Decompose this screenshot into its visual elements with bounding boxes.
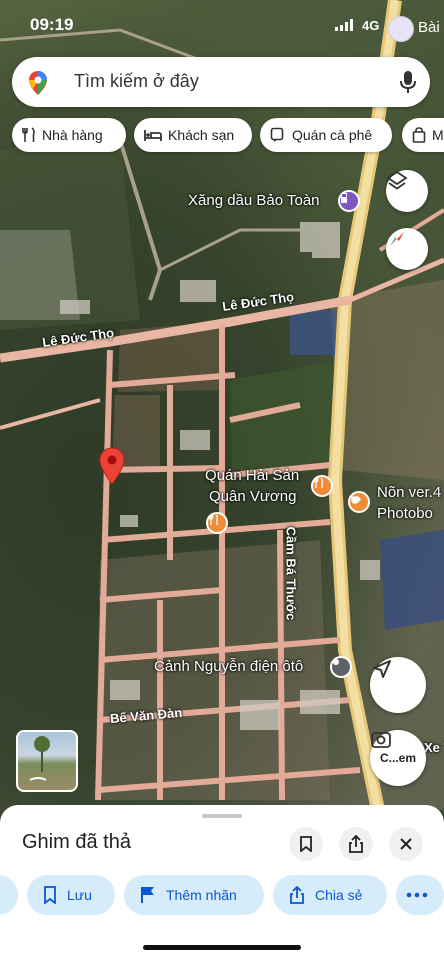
my-location-button[interactable] — [370, 657, 426, 713]
place-label-gas-station[interactable]: Xăng dầu Bảo Toàn — [188, 192, 320, 209]
place-label-cafe-1[interactable]: Nõn ver.4 — [377, 484, 441, 501]
bookmark-icon — [44, 886, 56, 904]
save-icon-button[interactable] — [289, 827, 323, 861]
home-indicator[interactable] — [143, 945, 301, 950]
road-label-cam-ba-thuoc: Cầm Bá Thước — [283, 526, 299, 621]
chip-hotels[interactable]: Khách sạn — [134, 118, 252, 152]
compass-icon — [390, 232, 404, 246]
action-save[interactable]: Lưu — [27, 875, 115, 915]
action-label: Thêm nhãn — [166, 887, 237, 903]
navigation-arrow-icon — [373, 660, 391, 678]
coffee-cup-icon — [270, 127, 284, 142]
place-label-cafe-2[interactable]: Photobo — [377, 505, 433, 522]
share-icon — [290, 886, 304, 904]
fork-knife-icon — [22, 127, 35, 142]
share-icon-button[interactable] — [339, 827, 373, 861]
network-type: 4G — [362, 18, 380, 33]
chip-label: Nhà hàng — [42, 127, 103, 143]
lens-label: C...em — [379, 751, 416, 765]
place-label-seafood-1[interactable]: Quán Hải Sản — [205, 467, 299, 484]
place-sheet[interactable]: Ghim đã thả Lưu Thêm nhãn Chia sẻ — [0, 805, 444, 960]
coffee-icon[interactable] — [348, 491, 370, 513]
layers-button[interactable] — [386, 170, 428, 212]
action-label: Chia sẻ — [315, 887, 363, 903]
dropped-pin-icon[interactable] — [98, 447, 126, 485]
action-more[interactable] — [396, 875, 444, 915]
status-bar: 09:19 4G Bài — [0, 10, 444, 42]
status-time: 09:19 — [30, 15, 74, 34]
search-input[interactable]: Tìm kiếm ở đây — [74, 71, 199, 92]
action-add-label[interactable]: Thêm nhãn — [124, 875, 264, 915]
chip-restaurants[interactable]: Nhà hàng — [12, 118, 126, 152]
maps-logo-icon — [29, 71, 47, 95]
flag-icon — [141, 887, 154, 903]
chip-label: Quán cà phê — [292, 127, 373, 143]
lens-button[interactable]: C...em — [370, 730, 426, 786]
restaurant-icon[interactable] — [206, 512, 228, 534]
action-share[interactable]: Chia sẻ — [273, 875, 387, 915]
action-label: Lưu — [67, 887, 92, 903]
street-view-thumbnail[interactable] — [16, 730, 78, 792]
compass-button[interactable] — [386, 228, 428, 270]
share-icon — [349, 835, 363, 853]
close-icon — [400, 838, 412, 850]
chip-cafes[interactable]: Quán cà phê — [260, 118, 392, 152]
signal-icon — [335, 19, 353, 31]
sheet-title: Ghim đã thả — [22, 831, 131, 853]
close-button[interactable] — [389, 827, 423, 861]
layers-icon — [386, 170, 408, 190]
camera-search-icon — [371, 732, 391, 748]
action-directions-partial[interactable] — [0, 875, 18, 915]
place-dot-icon[interactable] — [330, 656, 352, 678]
search-bar[interactable]: Tìm kiếm ở đây — [12, 57, 430, 107]
place-label-garage[interactable]: Cảnh Nguyễn điện ôtô — [154, 658, 303, 675]
account-label[interactable]: Bài — [418, 19, 440, 36]
chip-more[interactable]: M — [402, 118, 444, 152]
more-dots-icon — [406, 892, 428, 898]
chip-label: Khách sạn — [168, 127, 235, 143]
microphone-icon[interactable] — [400, 70, 416, 94]
drag-handle[interactable] — [202, 814, 242, 818]
restaurant-icon[interactable] — [311, 475, 333, 497]
chip-label: M — [432, 127, 444, 143]
gas-station-icon[interactable] — [338, 190, 360, 212]
road-label-edge: Xe T — [424, 740, 444, 755]
shopping-bag-icon — [412, 127, 426, 143]
bed-icon — [144, 130, 162, 141]
place-label-seafood-2[interactable]: Quân Vương — [209, 488, 296, 505]
avatar[interactable] — [388, 16, 414, 42]
bookmark-icon — [300, 836, 312, 852]
